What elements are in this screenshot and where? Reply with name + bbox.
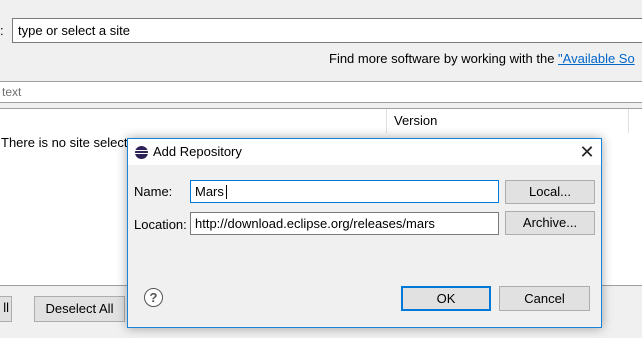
dialog-titlebar[interactable]: Add Repository ✕: [128, 139, 601, 165]
table-empty-message: There is no site select: [1, 135, 128, 150]
help-icon[interactable]: ?: [144, 288, 163, 307]
close-icon[interactable]: ✕: [574, 140, 600, 164]
find-more-software-text: Find more software by working with the "…: [329, 51, 635, 66]
name-label: Name:: [134, 184, 173, 199]
ok-button[interactable]: OK: [401, 286, 491, 311]
eclipse-icon: [135, 146, 148, 159]
table-column-divider[interactable]: [386, 109, 387, 133]
select-all-button[interactable]: ll: [0, 296, 12, 322]
work-with-site-combo[interactable]: type or select a site: [12, 18, 642, 43]
work-with-label: :: [0, 23, 4, 38]
archive-button[interactable]: Archive...: [505, 211, 595, 235]
filter-text-field[interactable]: text: [0, 81, 642, 103]
local-button[interactable]: Local...: [505, 180, 595, 204]
add-repository-dialog: Add Repository ✕ Name: Mars Local... Loc…: [127, 138, 602, 328]
location-label: Location:: [134, 217, 187, 232]
available-software-sites-link[interactable]: "Available So: [558, 51, 635, 66]
text-caret: [226, 185, 227, 199]
cancel-button[interactable]: Cancel: [499, 286, 590, 311]
table-column-divider[interactable]: [628, 109, 629, 133]
dialog-title: Add Repository: [153, 144, 242, 159]
name-field[interactable]: Mars: [190, 180, 499, 203]
deselect-all-button[interactable]: Deselect All: [34, 296, 125, 322]
name-field-value: Mars: [195, 184, 224, 199]
column-header-version[interactable]: Version: [394, 113, 437, 128]
location-field[interactable]: http://download.eclipse.org/releases/mar…: [190, 212, 499, 235]
find-more-prefix: Find more software by working with the: [329, 51, 559, 66]
